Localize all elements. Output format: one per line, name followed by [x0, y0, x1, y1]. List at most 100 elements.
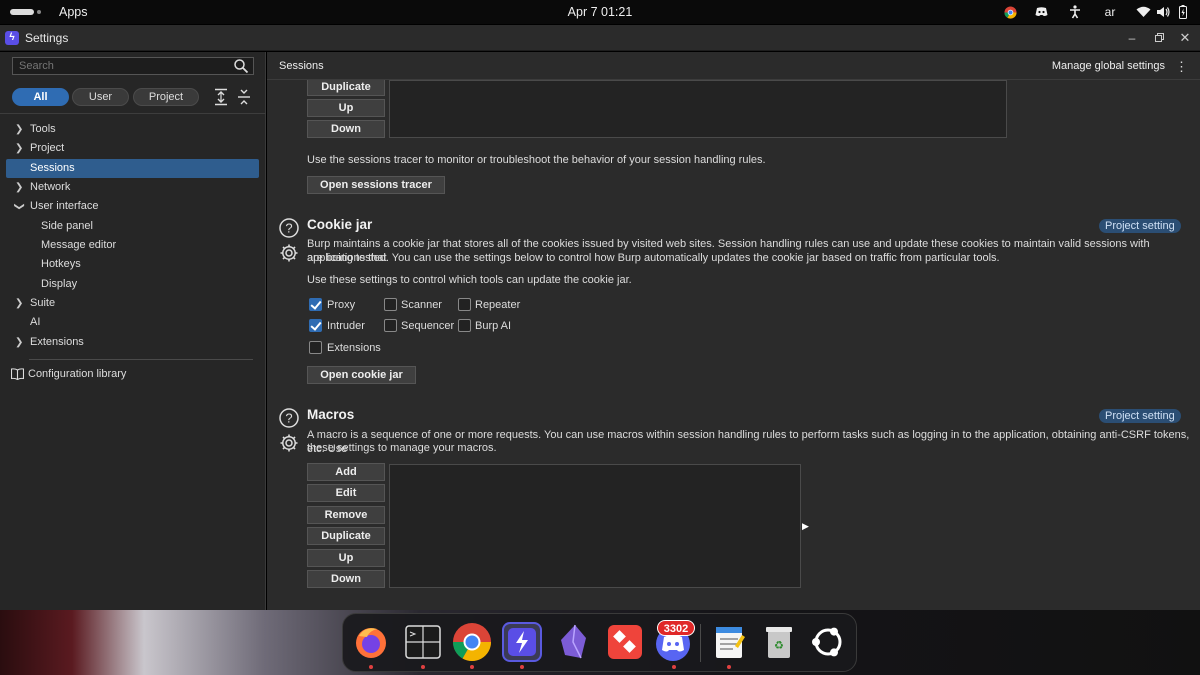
sidebar-item-ai[interactable]: AI [6, 313, 259, 332]
intruder-checkbox[interactable] [309, 319, 322, 332]
macros-description-line2: these settings to manage your macros. [307, 442, 497, 454]
collapse-all-icon[interactable] [236, 88, 252, 106]
sequencer-checkbox[interactable] [384, 319, 397, 332]
gear-icon[interactable] [279, 433, 299, 453]
help-icon[interactable]: ? [279, 408, 299, 428]
help-icon[interactable]: ? [279, 218, 299, 238]
volume-icon[interactable] [1155, 4, 1171, 20]
running-indicator [520, 665, 524, 669]
open-sessions-tracer-button[interactable]: Open sessions tracer [307, 176, 445, 194]
edit-macro-button[interactable]: Edit [307, 484, 385, 502]
manage-global-settings-link[interactable]: Manage global settings [1052, 60, 1165, 72]
sidebar-item-network[interactable]: ❯ Network [6, 178, 259, 197]
window-title: Settings [25, 31, 69, 45]
ubuntu-icon[interactable] [808, 622, 848, 662]
chevron-right-icon: ❯ [15, 124, 24, 135]
sidebar-item-label: Extensions [30, 336, 84, 348]
sidebar-item-label: Sessions [30, 162, 75, 174]
accessibility-icon[interactable] [1068, 4, 1082, 20]
sidebar-item-project[interactable]: ❯ Project [6, 139, 259, 158]
expand-all-icon[interactable] [213, 88, 229, 106]
duplicate-macro-button[interactable]: Duplicate [307, 527, 385, 545]
wifi-icon[interactable] [1135, 4, 1151, 20]
settings-main-panel: Sessions Manage global settings ⋮ Duplic… [267, 52, 1200, 610]
anydesk-icon[interactable] [605, 622, 645, 662]
scanner-checkbox-label: Scanner [401, 299, 442, 311]
sidebar-item-sessions[interactable]: Sessions [6, 159, 259, 178]
battery-icon[interactable] [1177, 4, 1189, 20]
macros-table[interactable] [389, 464, 801, 588]
sidebar-item-user-interface[interactable]: ❯ User interface [6, 197, 259, 216]
keyboard-layout[interactable]: ar [1103, 4, 1117, 20]
project-setting-badge: Project setting [1099, 219, 1181, 233]
down-rule-button[interactable]: Down [307, 120, 385, 138]
discord-notification-badge: 3302 [657, 620, 695, 636]
filter-all-button[interactable]: All [12, 88, 69, 106]
up-macro-button[interactable]: Up [307, 549, 385, 567]
down-macro-button[interactable]: Down [307, 570, 385, 588]
more-options-icon[interactable]: ⋮ [1175, 59, 1188, 75]
tracer-description: Use the sessions tracer to monitor or tr… [307, 154, 766, 166]
macros-heading: Macros [307, 407, 355, 422]
sidebar-item-suite[interactable]: ❯ Suite [6, 294, 259, 313]
session-rules-table[interactable] [389, 80, 1007, 138]
burp-ai-checkbox[interactable] [458, 319, 471, 332]
sidebar-item-label: Display [41, 278, 78, 290]
chrome-icon[interactable] [1003, 4, 1017, 20]
chrome-icon[interactable] [452, 622, 492, 662]
close-icon[interactable]: ✕ [1176, 29, 1194, 47]
filter-user-button[interactable]: User [72, 88, 129, 106]
up-rule-button[interactable]: Up [307, 99, 385, 117]
divider [29, 359, 253, 360]
open-cookie-jar-button[interactable]: Open cookie jar [307, 366, 416, 384]
repeater-checkbox[interactable] [458, 298, 471, 311]
proxy-checkbox[interactable] [309, 298, 322, 311]
gear-icon[interactable] [279, 243, 299, 263]
obsidian-icon[interactable] [553, 622, 593, 662]
sidebar-item-label: Message editor [41, 239, 117, 251]
running-indicator [727, 665, 731, 669]
chevron-right-icon: ❯ [15, 182, 24, 193]
sequencer-checkbox-label: Sequencer [401, 320, 455, 332]
chevron-right-icon: ❯ [15, 143, 24, 154]
sidebar-item-hotkeys[interactable]: Hotkeys [6, 255, 259, 274]
trash-icon[interactable]: ♻ [759, 622, 799, 662]
sidebar-item-extensions[interactable]: ❯ Extensions [6, 333, 259, 352]
restore-icon[interactable] [1150, 29, 1168, 47]
configuration-library-link[interactable]: Configuration library [6, 365, 259, 384]
project-setting-badge: Project setting [1099, 409, 1181, 423]
sidebar-item-label: Hotkeys [41, 258, 81, 270]
sidebar-item-label: Side panel [41, 220, 93, 232]
sidebar-item-side-panel[interactable]: Side panel [6, 217, 259, 236]
duplicate-rule-button[interactable]: Duplicate [307, 78, 385, 96]
workspace-indicator-active[interactable] [10, 9, 34, 15]
sidebar-item-display[interactable]: Display [6, 275, 259, 294]
clock[interactable]: Apr 7 01:21 [565, 5, 635, 19]
sidebar-item-label: Network [30, 181, 71, 193]
configuration-library-label: Configuration library [28, 368, 127, 380]
remove-macro-button[interactable]: Remove [307, 506, 385, 524]
search-icon[interactable] [233, 58, 249, 74]
svg-text:?: ? [285, 221, 292, 236]
add-macro-button[interactable]: Add [307, 463, 385, 481]
intruder-checkbox-label: Intruder [327, 320, 365, 332]
sidebar-item-label: User interface [30, 200, 99, 212]
workspace-indicator[interactable] [37, 10, 41, 14]
firefox-icon[interactable] [351, 622, 391, 662]
burp-logo-icon: ϟ [5, 31, 19, 45]
sidebar-item-tools[interactable]: ❯ Tools [6, 120, 259, 139]
filter-project-button[interactable]: Project [133, 88, 199, 106]
burp-suite-icon[interactable] [502, 622, 542, 662]
scanner-checkbox[interactable] [384, 298, 397, 311]
burp-ai-checkbox-label: Burp AI [475, 320, 512, 332]
running-indicator [421, 665, 425, 669]
search-input[interactable] [12, 57, 254, 75]
discord-icon[interactable] [1033, 4, 1049, 20]
extensions-checkbox[interactable] [309, 341, 322, 354]
minimize-icon[interactable]: – [1123, 29, 1141, 47]
system-monitor-icon[interactable] [403, 622, 443, 662]
sidebar-item-message-editor[interactable]: Message editor [6, 236, 259, 255]
text-editor-icon[interactable] [709, 622, 749, 662]
main-header: Sessions Manage global settings ⋮ [267, 52, 1200, 80]
apps-button[interactable]: Apps [59, 5, 88, 19]
